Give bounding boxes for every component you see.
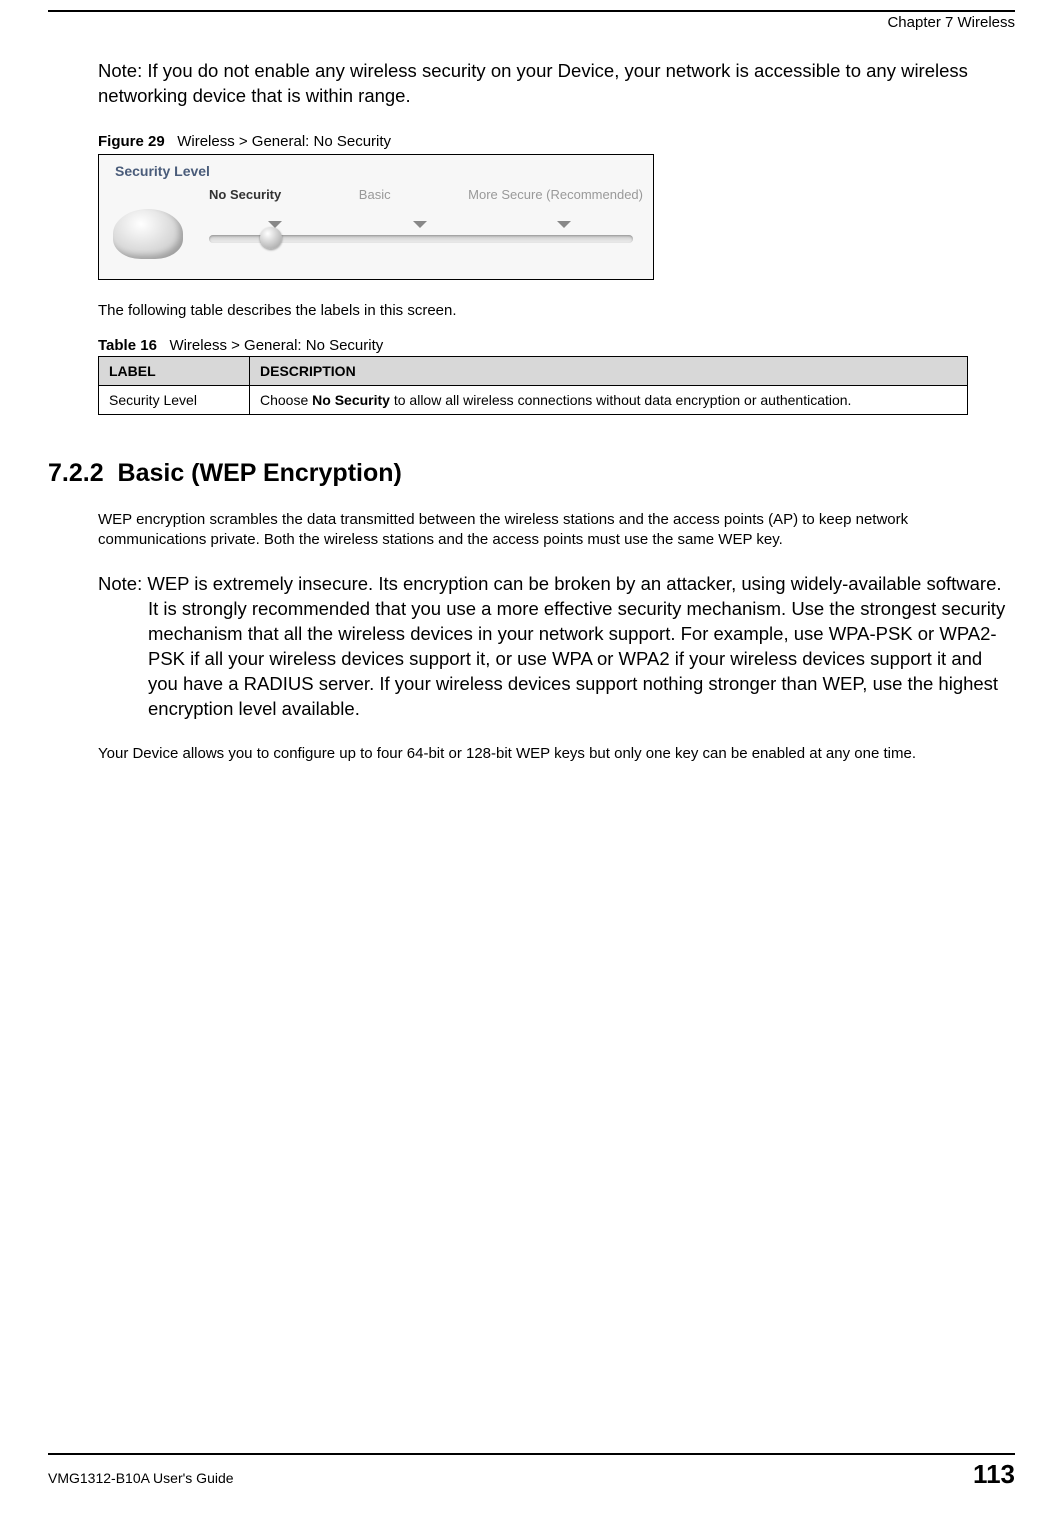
section-number: 7.2.2 bbox=[48, 459, 104, 487]
desc-post: to allow all wireless connections withou… bbox=[390, 392, 851, 408]
slider-label-no-security: No Security bbox=[209, 187, 281, 202]
table-caption: Table 16 Wireless > General: No Security bbox=[98, 337, 1015, 354]
note-label: Note: bbox=[98, 573, 142, 594]
no-security-table: LABEL DESCRIPTION Security Level Choose … bbox=[98, 356, 968, 415]
slider-handle[interactable] bbox=[260, 227, 282, 249]
note-no-security: Note: If you do not enable any wireless … bbox=[98, 59, 1015, 109]
note-text: WEP is extremely insecure. Its encryptio… bbox=[147, 573, 1005, 719]
slider-tick-icon bbox=[557, 221, 571, 228]
page-footer: VMG1312-B10A User's Guide 113 bbox=[48, 1453, 1015, 1490]
slider-label-more-secure: More Secure (Recommended) bbox=[468, 187, 643, 202]
paragraph-wep-intro: WEP encryption scrambles the data transm… bbox=[98, 510, 1015, 551]
note-wep-insecure: Note: WEP is extremely insecure. Its enc… bbox=[98, 572, 1015, 722]
figure-caption: Figure 29 Wireless > General: No Securit… bbox=[98, 133, 1015, 150]
table-header-label: LABEL bbox=[99, 356, 250, 385]
section-title: Basic (WEP Encryption) bbox=[118, 459, 402, 487]
figure-security-level-panel: Security Level No Security Basic More Se… bbox=[98, 154, 654, 280]
section-heading: 7.2.2 Basic (WEP Encryption) bbox=[48, 459, 1015, 488]
chapter-header: Chapter 7 Wireless bbox=[48, 14, 1015, 31]
footer-page-number: 113 bbox=[973, 1459, 1015, 1490]
antenna-icon bbox=[113, 209, 183, 259]
figure-title: Wireless > General: No Security bbox=[177, 133, 391, 150]
note-text: If you do not enable any wireless securi… bbox=[98, 60, 968, 106]
footer-guide-name: VMG1312-B10A User's Guide bbox=[48, 1470, 234, 1486]
table-intro-text: The following table describes the labels… bbox=[98, 302, 1015, 319]
slider-label-basic: Basic bbox=[359, 187, 391, 202]
security-slider[interactable] bbox=[209, 235, 633, 243]
figure-label: Figure 29 bbox=[98, 133, 165, 150]
desc-bold: No Security bbox=[312, 392, 390, 408]
slider-labels: No Security Basic More Secure (Recommend… bbox=[209, 187, 643, 202]
slider-tick-icon bbox=[413, 221, 427, 228]
panel-title: Security Level bbox=[115, 163, 210, 179]
desc-pre: Choose bbox=[260, 392, 312, 408]
table-row: Security Level Choose No Security to all… bbox=[99, 385, 968, 414]
table-cell-description: Choose No Security to allow all wireless… bbox=[250, 385, 968, 414]
table-label: Table 16 bbox=[98, 337, 157, 354]
note-label: Note: bbox=[98, 60, 142, 81]
table-title: Wireless > General: No Security bbox=[169, 337, 383, 354]
table-cell-label: Security Level bbox=[99, 385, 250, 414]
paragraph-wep-keys: Your Device allows you to configure up t… bbox=[98, 744, 1015, 764]
table-header-description: DESCRIPTION bbox=[250, 356, 968, 385]
table-header-row: LABEL DESCRIPTION bbox=[99, 356, 968, 385]
